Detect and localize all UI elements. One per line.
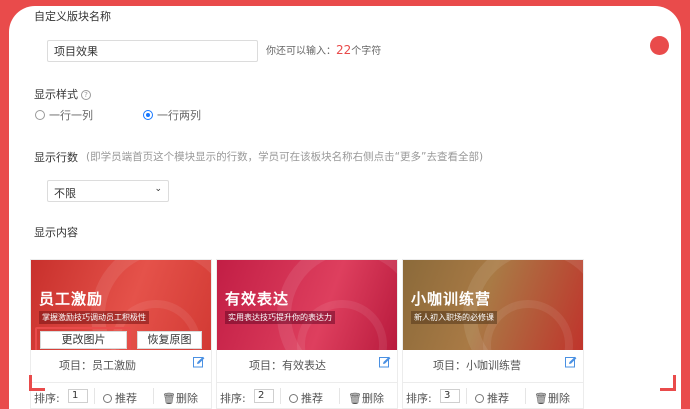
char-count-hint: 你还可以输入：22个字符 — [266, 43, 382, 57]
radio-two-per-row[interactable] — [143, 110, 153, 120]
delete-button[interactable]: 🗑删除 — [162, 390, 198, 406]
help-icon[interactable]: ? — [81, 90, 91, 100]
card-banner-image: 有效表达 实用表达技巧提升你的表达力 — [217, 260, 397, 350]
trash-icon: 🗑 — [348, 392, 362, 405]
recommend-button[interactable]: 推荐 — [289, 390, 323, 406]
settings-panel: 自定义版块名称 你还可以输入：22个字符 显示样式? 一行一列 一行两列 显示行… — [9, 6, 681, 409]
content-card: 员工激励 掌握激励技巧调动员工积极性 更改图片 恢复原图 项目：员工激励 排序:… — [30, 259, 212, 409]
record-indicator — [650, 36, 669, 55]
display-rows-select[interactable]: 不限 ⌄ — [47, 180, 169, 202]
project-label: 项目：小咖训练营 — [433, 359, 521, 372]
recommend-button[interactable]: 推荐 — [475, 390, 509, 406]
trash-icon: 🗑 — [162, 392, 176, 405]
highlight-box — [35, 327, 131, 350]
display-rows-note: (即学员端首页这个模块显示的行数，学员可在该板块名称右侧点击“更多”去查看全部) — [86, 151, 484, 163]
content-card: 小咖训练营 新人初入职场的必修课 项目：小咖训练营 排序: 3 推荐 🗑删除 — [402, 259, 584, 409]
display-content-label: 显示内容 — [34, 226, 78, 239]
display-style-label: 显示样式? — [34, 88, 91, 101]
card-banner-image: 员工激励 掌握激励技巧调动员工积极性 更改图片 恢复原图 — [31, 260, 211, 350]
display-rows-label: 显示行数 — [34, 151, 78, 164]
delete-button[interactable]: 🗑删除 — [534, 390, 570, 406]
radio-one-per-row[interactable] — [35, 110, 45, 120]
sort-label: 排序: — [34, 392, 60, 405]
sort-input[interactable]: 1 — [68, 389, 88, 403]
block-name-input[interactable] — [47, 40, 258, 62]
banner-subtitle: 掌握激励技巧调动员工积极性 — [39, 311, 149, 324]
project-label: 项目：员工激励 — [59, 359, 136, 372]
banner-subtitle: 实用表达技巧提升你的表达力 — [225, 311, 335, 324]
delete-button[interactable]: 🗑删除 — [348, 390, 384, 406]
banner-subtitle: 新人初入职场的必修课 — [411, 311, 497, 324]
edit-icon[interactable] — [193, 356, 205, 368]
circle-icon — [103, 394, 112, 403]
radio-one-per-row-label[interactable]: 一行一列 — [49, 109, 93, 122]
banner-title: 小咖训练营 — [411, 290, 492, 308]
radio-two-per-row-label[interactable]: 一行两列 — [157, 109, 201, 122]
edit-icon[interactable] — [379, 356, 391, 368]
project-label: 项目：有效表达 — [249, 359, 326, 372]
trash-icon: 🗑 — [534, 392, 548, 405]
edit-icon[interactable] — [565, 356, 577, 368]
recommend-button[interactable]: 推荐 — [103, 390, 137, 406]
banner-title: 有效表达 — [225, 290, 290, 308]
sort-input[interactable]: 3 — [440, 389, 460, 403]
corner-mark — [29, 375, 45, 391]
sort-label: 排序: — [406, 392, 432, 405]
chevron-down-icon: ⌄ — [154, 184, 162, 194]
sort-label: 排序: — [220, 392, 246, 405]
char-count-number: 22 — [336, 43, 352, 57]
card-banner-image: 小咖训练营 新人初入职场的必修课 — [403, 260, 583, 350]
banner-title: 员工激励 — [39, 290, 104, 308]
reset-image-button[interactable]: 恢复原图 — [137, 331, 202, 349]
corner-mark — [660, 375, 676, 391]
circle-icon — [289, 394, 298, 403]
content-card: 有效表达 实用表达技巧提升你的表达力 项目：有效表达 排序: 2 推荐 🗑删除 — [216, 259, 398, 409]
circle-icon — [475, 394, 484, 403]
sort-input[interactable]: 2 — [254, 389, 274, 403]
block-name-label: 自定义版块名称 — [34, 10, 111, 23]
